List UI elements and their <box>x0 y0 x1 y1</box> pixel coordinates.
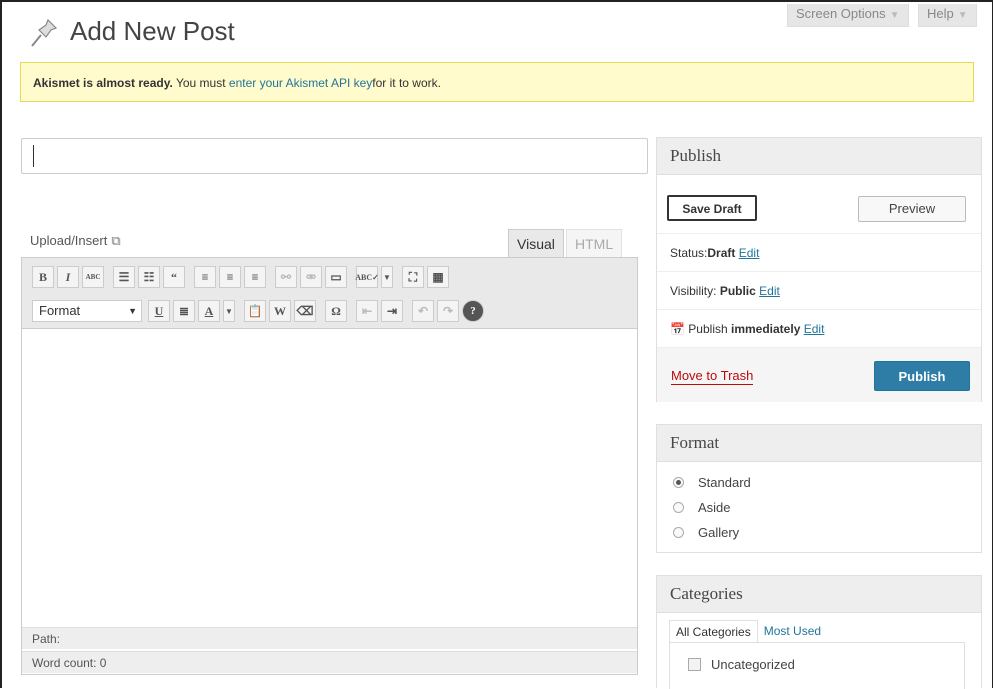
paste-text-icon[interactable]: 📋 <box>244 300 266 322</box>
bold-icon[interactable]: B <box>32 266 54 288</box>
akismet-api-key-link[interactable]: enter your Akismet API key <box>229 76 372 90</box>
save-draft-button[interactable]: Save Draft <box>667 195 757 221</box>
akismet-notice: Akismet is almost ready. You must enter … <box>20 62 974 102</box>
notice-bold-text: Akismet is almost ready. <box>33 76 173 90</box>
screen-options-button[interactable]: Screen Options ▼ <box>787 4 909 27</box>
category-list: Uncategorized <box>669 642 965 689</box>
numbered-list-icon[interactable]: ☷ <box>138 266 160 288</box>
align-center-icon[interactable]: ≡ <box>219 266 241 288</box>
justify-icon[interactable]: ≣ <box>173 300 195 322</box>
category-checkbox[interactable] <box>688 658 701 671</box>
text-color-icon[interactable]: A <box>198 300 220 322</box>
visibility-row: Visibility: Public Edit <box>657 271 981 309</box>
categories-box: Categories All Categories Most Used Unca… <box>656 575 982 689</box>
radio-unchecked[interactable] <box>673 527 684 538</box>
format-box-title: Format <box>657 425 981 462</box>
publish-box: Publish Save Draft Preview Status:Draft … <box>656 137 982 402</box>
category-item[interactable]: Uncategorized <box>688 657 795 672</box>
move-to-trash-link[interactable]: Move to Trash <box>671 368 754 385</box>
editor-toolbar: B I ABC ☰ ☷ “ ≡ ≡ ≡ ⚯ ⚮ ▭ ABC✓ ▼ ⛶ ▦ For… <box>22 258 637 329</box>
unlink-icon[interactable]: ⚮ <box>300 266 322 288</box>
word-count: Word count: 0 <box>22 651 637 673</box>
underline-icon[interactable]: U <box>148 300 170 322</box>
remove-format-icon[interactable]: ⌫ <box>294 300 316 322</box>
category-tabs: All Categories Most Used <box>669 620 827 643</box>
calendar-icon: 📅 <box>670 322 685 336</box>
radio-checked[interactable] <box>673 477 684 488</box>
publish-date-row: 📅 Publish immediately Edit <box>657 309 981 347</box>
align-right-icon[interactable]: ≡ <box>244 266 266 288</box>
publish-box-title: Publish <box>657 138 981 175</box>
kitchen-sink-icon[interactable]: ▦ <box>427 266 449 288</box>
format-option-standard[interactable]: Standard <box>673 475 751 490</box>
radio-unchecked[interactable] <box>673 502 684 513</box>
format-select[interactable]: Format ▼ <box>32 300 142 322</box>
preview-button[interactable]: Preview <box>858 196 966 222</box>
undo-icon[interactable]: ↶ <box>412 300 434 322</box>
bulleted-list-icon[interactable]: ☰ <box>113 266 135 288</box>
tab-visual[interactable]: Visual <box>508 229 564 257</box>
edit-publish-date-link[interactable]: Edit <box>804 322 825 336</box>
help-button[interactable]: Help ▼ <box>918 4 977 27</box>
strikethrough-icon[interactable]: ABC <box>82 266 104 288</box>
page-title: Add New Post <box>70 16 235 46</box>
format-box: Format Standard Aside Gallery <box>656 424 982 553</box>
italic-icon[interactable]: I <box>57 266 79 288</box>
notice-text: You must <box>172 76 229 90</box>
tab-most-used[interactable]: Most Used <box>758 620 827 642</box>
tab-html[interactable]: HTML <box>566 229 623 257</box>
post-editor: B I ABC ☰ ☷ “ ≡ ≡ ≡ ⚯ ⚮ ▭ ABC✓ ▼ ⛶ ▦ For… <box>21 257 638 675</box>
edit-visibility-link[interactable]: Edit <box>759 284 780 298</box>
caret-down-icon: ▼ <box>889 10 900 21</box>
publish-button[interactable]: Publish <box>874 361 970 391</box>
upload-insert[interactable]: Upload/Insert ⧉ <box>30 233 121 249</box>
text-cursor <box>33 145 34 167</box>
paste-word-icon[interactable]: W <box>269 300 291 322</box>
pushpin-icon <box>31 18 58 47</box>
outdent-icon[interactable]: ⇤ <box>356 300 378 322</box>
more-tag-icon[interactable]: ▭ <box>325 266 347 288</box>
notice-text-end: for it to work. <box>372 76 441 90</box>
format-option-gallery[interactable]: Gallery <box>673 525 739 540</box>
link-icon[interactable]: ⚯ <box>275 266 297 288</box>
status-row: Status:Draft Edit <box>657 233 981 271</box>
editor-path: Path: <box>22 627 637 649</box>
chevron-down-icon: ▼ <box>128 306 137 316</box>
categories-box-title: Categories <box>657 576 981 613</box>
help-icon[interactable]: ? <box>462 300 484 322</box>
caret-down-icon: ▼ <box>957 10 968 21</box>
fullscreen-icon[interactable]: ⛶ <box>402 266 424 288</box>
spellcheck-dropdown-icon[interactable]: ▼ <box>381 266 393 288</box>
indent-icon[interactable]: ⇥ <box>381 300 403 322</box>
media-icon[interactable]: ⧉ <box>111 233 120 249</box>
redo-icon[interactable]: ↷ <box>437 300 459 322</box>
format-option-aside[interactable]: Aside <box>673 500 731 515</box>
post-title-input[interactable] <box>21 138 648 174</box>
spellcheck-icon[interactable]: ABC✓ <box>355 266 379 288</box>
special-char-icon[interactable]: Ω <box>325 300 347 322</box>
text-color-dropdown-icon[interactable]: ▼ <box>223 300 235 322</box>
align-left-icon[interactable]: ≡ <box>194 266 216 288</box>
blockquote-icon[interactable]: “ <box>163 266 185 288</box>
edit-status-link[interactable]: Edit <box>739 246 760 260</box>
tab-all-categories[interactable]: All Categories <box>669 620 758 643</box>
